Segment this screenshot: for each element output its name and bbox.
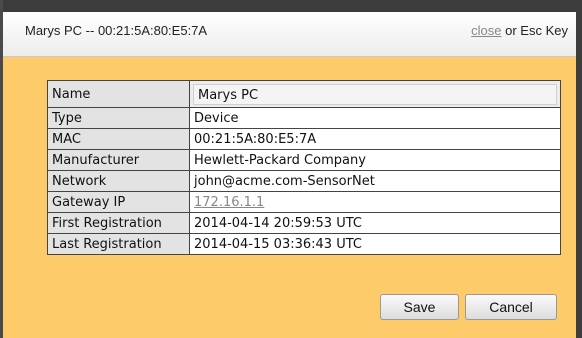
manufacturer-label: Manufacturer [47,149,190,171]
gateway-ip-label: Gateway IP [47,191,190,213]
network-value: john@acme.com-SensorNet [189,170,561,192]
gateway-ip-cell: 172.16.1.1 [189,191,561,213]
type-label: Type [47,107,190,129]
table-row: Gateway IP 172.16.1.1 [47,191,561,213]
mac-label: MAC [47,128,190,150]
dialog-titlebar: Marys PC -- 00:21:5A:80:E5:7A close or E… [3,12,576,57]
name-cell: Marys PC [189,80,561,108]
name-label: Name [47,80,190,108]
last-registration-label: Last Registration [47,233,190,255]
table-row: MAC 00:21:5A:80:E5:7A [47,128,561,150]
table-row: Manufacturer Hewlett-Packard Company [47,149,561,171]
dialog-body: Name Marys PC Type Device MAC 00:21:5A:8… [3,57,576,338]
close-hint: or Esc Key [505,23,568,38]
first-registration-label: First Registration [47,212,190,234]
manufacturer-value: Hewlett-Packard Company [189,149,561,171]
dialog-title: Marys PC -- 00:21:5A:80:E5:7A [25,23,208,38]
close-link[interactable]: close [471,23,501,38]
table-row: Last Registration 2014-04-15 03:36:43 UT… [47,233,561,255]
window-frame-top [0,0,582,12]
window-frame-right [576,0,582,338]
gateway-ip-link[interactable]: 172.16.1.1 [194,195,264,210]
first-registration-value: 2014-04-14 20:59:53 UTC [189,212,561,234]
mac-value: 00:21:5A:80:E5:7A [189,128,561,150]
table-row: First Registration 2014-04-14 20:59:53 U… [47,212,561,234]
cancel-button[interactable]: Cancel [465,294,557,320]
type-value: Device [189,107,561,129]
device-details-table: Name Marys PC Type Device MAC 00:21:5A:8… [47,80,561,255]
last-registration-value: 2014-04-15 03:36:43 UTC [189,233,561,255]
close-area: close or Esc Key [471,23,568,38]
table-row: Network john@acme.com-SensorNet [47,170,561,192]
name-field[interactable]: Marys PC [193,83,557,105]
save-button[interactable]: Save [380,294,459,320]
table-row: Type Device [47,107,561,129]
table-row: Name Marys PC [47,80,561,108]
network-label: Network [47,170,190,192]
